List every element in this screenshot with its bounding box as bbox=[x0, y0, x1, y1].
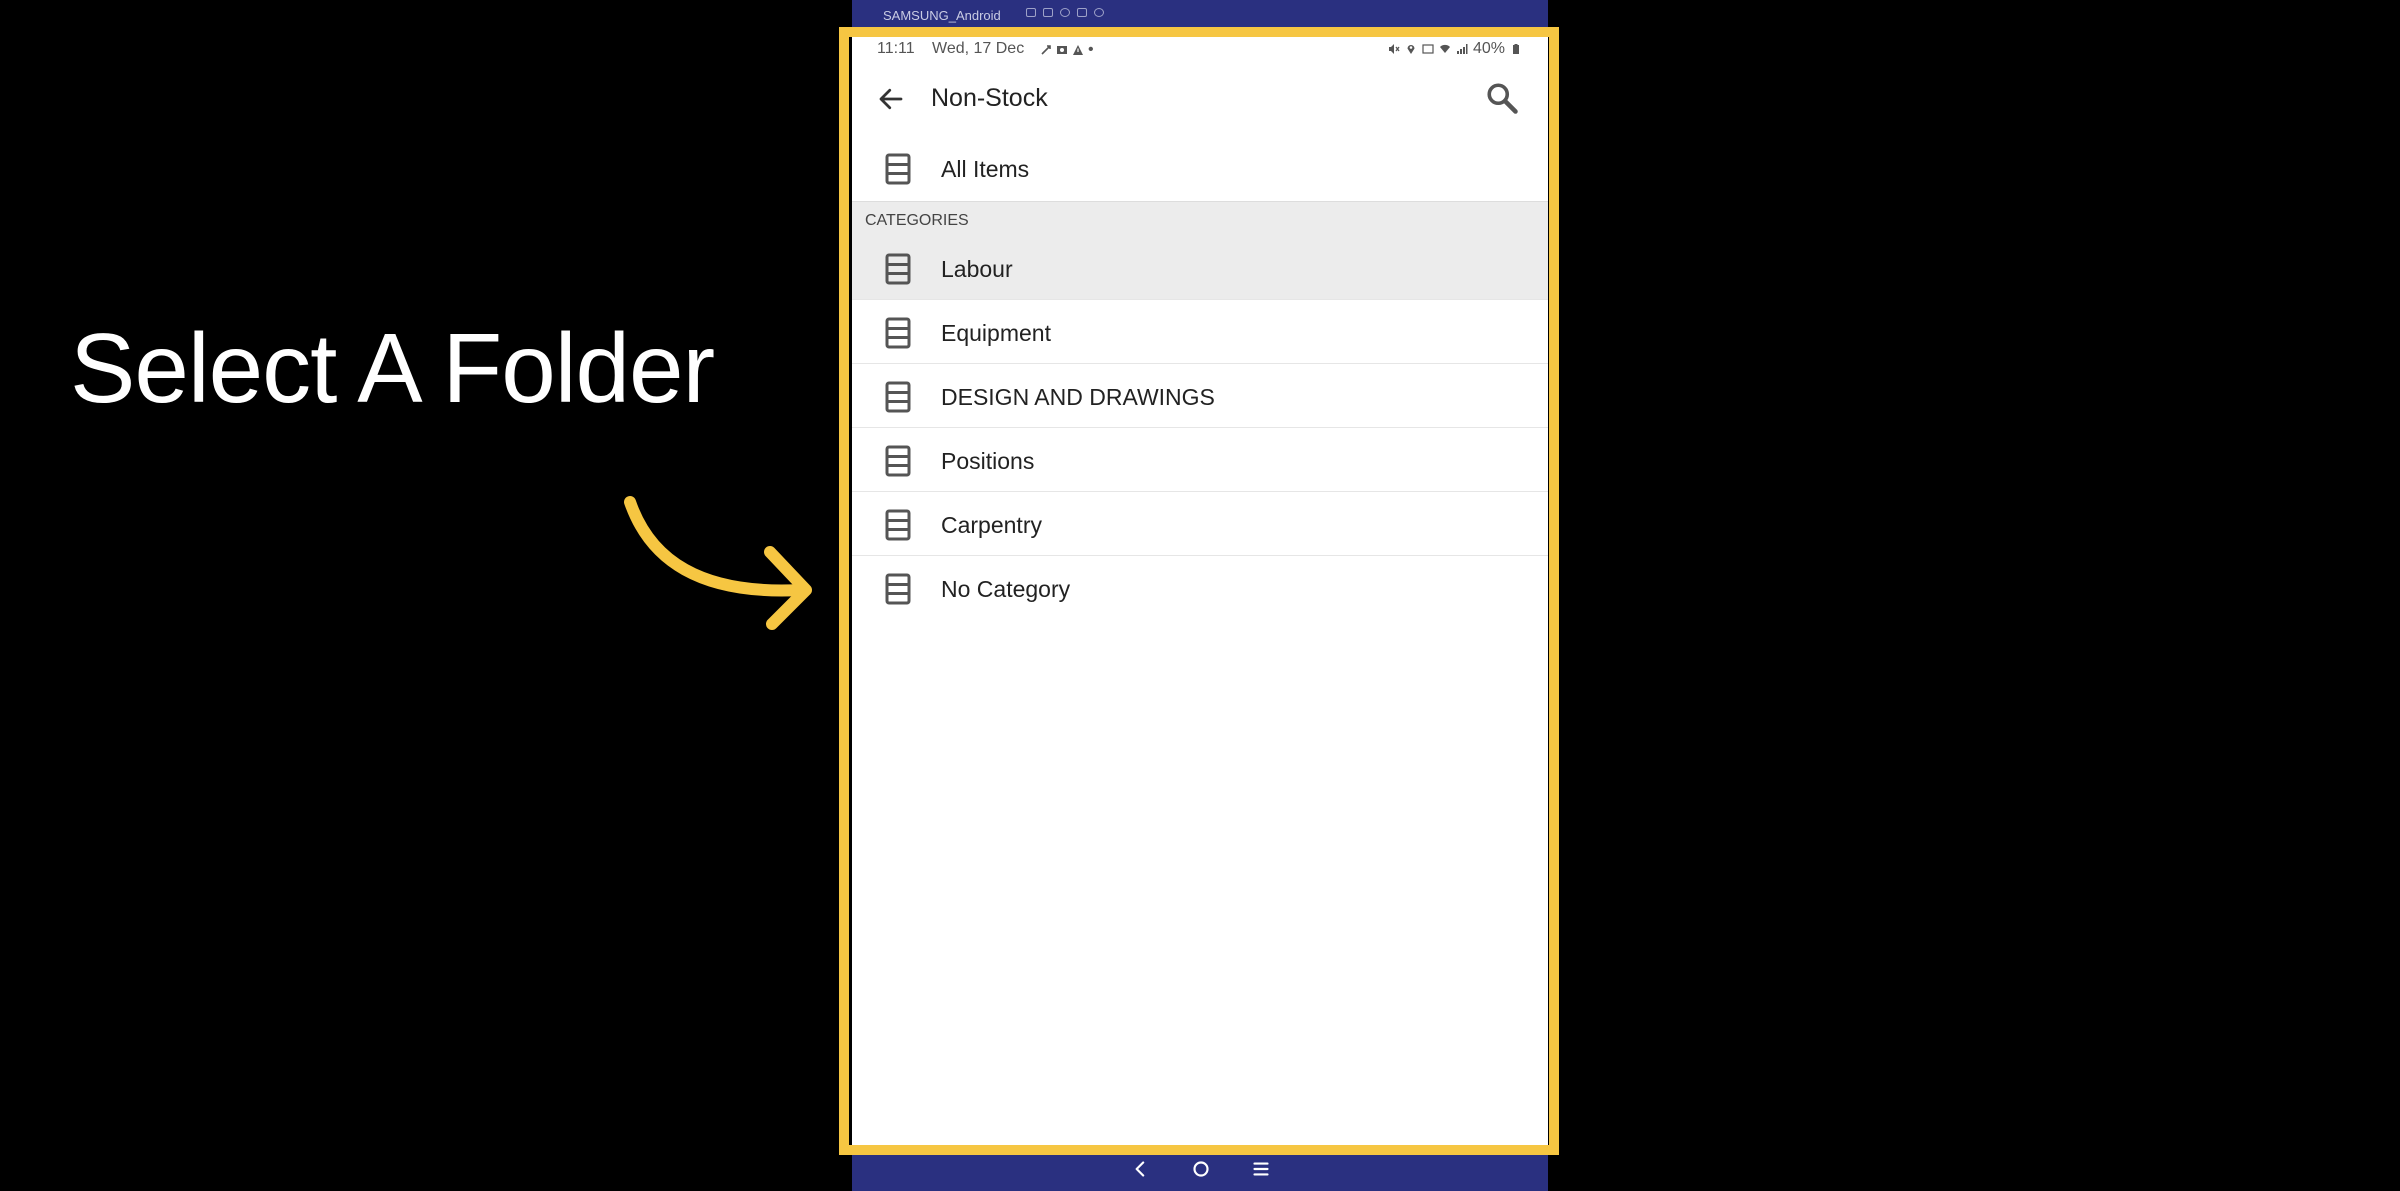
categories-header-label: CATEGORIES bbox=[865, 212, 969, 229]
system-icons: 40% bbox=[1388, 40, 1522, 58]
list-icon bbox=[885, 153, 911, 185]
volte-icon bbox=[1422, 44, 1434, 54]
location-icon bbox=[1407, 45, 1415, 54]
list-icon bbox=[885, 573, 911, 605]
image-icon bbox=[1057, 46, 1067, 54]
camera-icon[interactable] bbox=[1026, 8, 1036, 17]
fullscreen-icon[interactable] bbox=[1077, 8, 1087, 17]
video-icon[interactable] bbox=[1043, 8, 1053, 17]
category-label: Carpentry bbox=[941, 512, 1042, 538]
mute-icon bbox=[1388, 44, 1400, 54]
nav-recents-icon[interactable] bbox=[1248, 1156, 1274, 1182]
list-icon bbox=[885, 317, 911, 349]
category-item-no-category[interactable]: No Category bbox=[852, 556, 1548, 620]
caption-text: Select A Folder bbox=[70, 313, 715, 423]
all-items-row[interactable]: All Items bbox=[852, 136, 1548, 200]
status-bar: 11:11 Wed, 17 Dec • 40% bbox=[852, 34, 1548, 64]
phone-screen: 11:11 Wed, 17 Dec • 40% Non-Stock All It… bbox=[852, 34, 1548, 1146]
category-item-labour[interactable]: Labour bbox=[852, 236, 1548, 300]
category-label: Labour bbox=[941, 256, 1013, 282]
all-items-label: All Items bbox=[941, 156, 1030, 182]
pointer-arrow bbox=[624, 496, 812, 630]
warning-icon bbox=[1073, 45, 1083, 55]
categories-header: CATEGORIES bbox=[852, 201, 1548, 236]
device-toolbar bbox=[1026, 8, 1104, 17]
device-window: SAMSUNG_Android 11:11 Wed, 17 Dec • 40% … bbox=[852, 0, 1548, 1191]
category-label: Equipment bbox=[941, 320, 1051, 346]
list-icon bbox=[885, 381, 911, 413]
signal-icon bbox=[1456, 44, 1468, 54]
list-icon bbox=[885, 445, 911, 477]
back-arrow-icon[interactable] bbox=[876, 84, 906, 114]
navigation-bar bbox=[852, 1146, 1548, 1191]
link-icon bbox=[1041, 45, 1051, 55]
page-title: Non-Stock bbox=[931, 84, 1048, 112]
battery-icon bbox=[1513, 44, 1519, 54]
list-icon bbox=[885, 509, 911, 541]
status-dot: • bbox=[1088, 41, 1094, 58]
status-time: 11:11 bbox=[877, 40, 915, 57]
battery-level: 40% bbox=[1472, 40, 1505, 57]
category-label: No Category bbox=[941, 576, 1071, 602]
app-bar: Non-Stock bbox=[852, 64, 1548, 136]
search-icon[interactable] bbox=[1484, 80, 1520, 116]
list-icon bbox=[885, 253, 911, 285]
category-item-design-and-drawings[interactable]: DESIGN AND DRAWINGS bbox=[852, 364, 1548, 428]
status-date: Wed, 17 Dec bbox=[932, 40, 1025, 57]
device-title-bar: SAMSUNG_Android bbox=[852, 0, 1548, 30]
nav-home-icon[interactable] bbox=[1188, 1156, 1214, 1182]
settings-icon[interactable] bbox=[1094, 8, 1104, 17]
category-label: Positions bbox=[941, 448, 1035, 474]
device-name: SAMSUNG_Android bbox=[883, 8, 1001, 23]
wifi-icon bbox=[1439, 44, 1450, 53]
category-label: DESIGN AND DRAWINGS bbox=[941, 384, 1215, 410]
category-item-carpentry[interactable]: Carpentry bbox=[852, 492, 1548, 556]
headphones-icon[interactable] bbox=[1060, 8, 1070, 17]
category-item-positions[interactable]: Positions bbox=[852, 428, 1548, 492]
category-item-equipment[interactable]: Equipment bbox=[852, 300, 1548, 364]
nav-back-icon[interactable] bbox=[1128, 1156, 1154, 1182]
notification-icons: • bbox=[1040, 41, 1094, 59]
